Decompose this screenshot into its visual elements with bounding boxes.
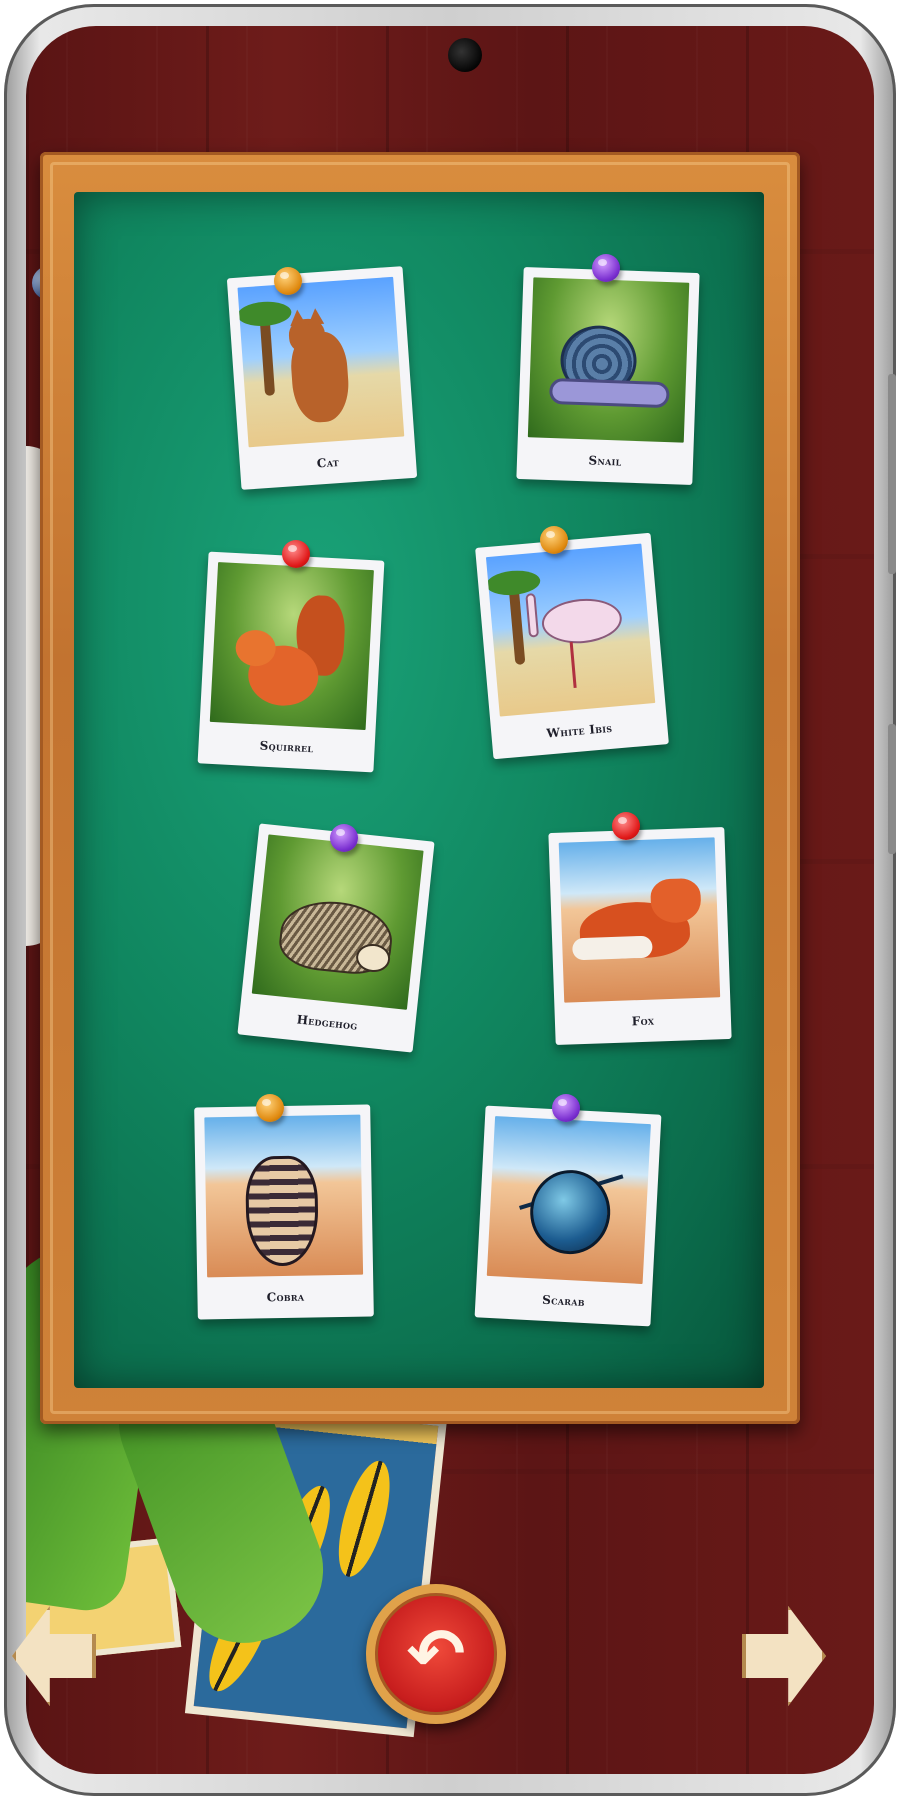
animal-card-cobra[interactable]: Cobra [194, 1104, 374, 1320]
animal-card-cat[interactable]: Cat [226, 266, 418, 490]
undo-arrow-icon: ↶ [406, 1613, 466, 1695]
cat-ear [307, 307, 325, 325]
pushpin-icon [552, 1094, 580, 1122]
card-photo [204, 1114, 364, 1278]
animal-card-snail[interactable]: Snail [516, 266, 700, 486]
power-button [888, 724, 896, 854]
card-photo [486, 1116, 651, 1284]
back-button[interactable]: ↶ [366, 1584, 506, 1724]
card-label: Hedgehog [296, 1012, 359, 1033]
fish-illustration [328, 1455, 400, 1582]
pushpin-icon [330, 824, 358, 852]
card-photo [558, 837, 721, 1003]
pushpin-icon [612, 812, 640, 840]
card-photo [251, 834, 424, 1010]
card-label: Cat [316, 455, 340, 471]
fox-tail [572, 935, 653, 961]
ibis-illustration [540, 595, 624, 647]
card-photo [209, 562, 374, 730]
animal-card-white-ibis[interactable]: White Ibis [475, 532, 669, 760]
card-photo [527, 277, 690, 443]
card-photo [485, 543, 656, 717]
snail-body [548, 377, 670, 409]
animal-card-squirrel[interactable]: Squirrel [197, 551, 385, 773]
ibis-neck [525, 593, 540, 638]
card-label: Fox [631, 1013, 655, 1029]
animal-card-scarab[interactable]: Scarab [474, 1105, 662, 1327]
cat-ear [289, 309, 307, 327]
pushpin-icon [282, 540, 310, 568]
ibis-leg [569, 641, 577, 689]
palm-tree [508, 584, 526, 666]
pushpin-icon [540, 526, 568, 554]
card-photo [237, 276, 405, 448]
card-label: White Ibis [545, 720, 613, 741]
cobra-illustration [245, 1155, 319, 1267]
card-label: Snail [588, 453, 622, 469]
pushpin-icon [592, 254, 620, 282]
pushpin-icon [274, 267, 302, 295]
animal-card-hedgehog[interactable]: Hedgehog [237, 823, 435, 1053]
front-camera [448, 38, 482, 72]
fox-head [650, 877, 702, 924]
card-label: Cobra [266, 1289, 305, 1305]
volume-button [888, 374, 896, 574]
pushpin-icon [256, 1094, 284, 1122]
palm-tree [259, 315, 276, 397]
animal-card-fox[interactable]: Fox [548, 826, 732, 1046]
card-label: Squirrel [259, 738, 314, 756]
card-label: Scarab [541, 1292, 586, 1309]
